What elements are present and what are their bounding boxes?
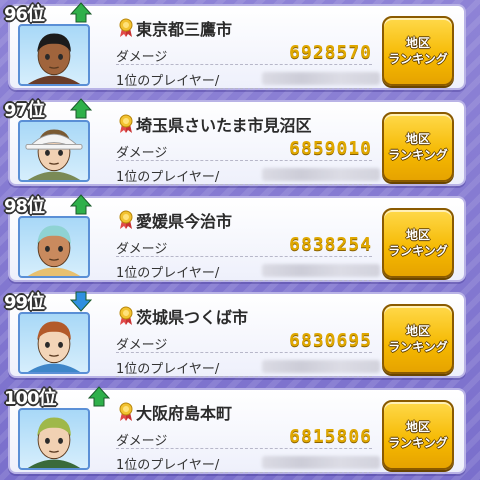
player-avatar <box>18 408 90 470</box>
player-avatar <box>18 312 90 374</box>
area-name: 埼玉県さいたま市見沼区 <box>136 116 312 135</box>
divider <box>116 256 372 257</box>
damage-label: ダメージ <box>116 434 168 449</box>
damage-label: ダメージ <box>116 242 168 257</box>
button-label-line1: 地区 <box>405 324 430 338</box>
rank-label: 97位 <box>4 100 45 121</box>
divider <box>116 88 372 89</box>
damage-label: ダメージ <box>116 50 168 65</box>
divider <box>116 376 372 377</box>
blurred-player-name <box>262 360 380 373</box>
button-label-line1: 地区 <box>405 420 430 434</box>
player-avatar <box>18 216 90 278</box>
area-name: 茨城県つくば市 <box>136 308 249 327</box>
rank-down-arrow-icon <box>69 290 93 312</box>
top-player-label: 1位のプレイヤー/ <box>116 74 220 89</box>
damage-value: 6815806 <box>289 426 372 447</box>
ranking-row: 茨城県つくば市 ダメージ 6830695 1位のプレイヤー/ 地区 ランキング … <box>0 288 480 384</box>
ranking-row: 大阪府島本町 ダメージ 6815806 1位のプレイヤー/ 地区 ランキング 1… <box>0 384 480 480</box>
divider <box>116 448 372 449</box>
divider <box>116 472 372 473</box>
area-name: 大阪府島本町 <box>136 404 233 423</box>
area-name: 愛媛県今治市 <box>136 212 233 231</box>
blurred-player-name <box>262 168 380 181</box>
rank-label: 98位 <box>4 196 45 217</box>
divider <box>116 352 372 353</box>
damage-label: ダメージ <box>116 338 168 353</box>
medal-icon <box>118 402 134 422</box>
blurred-player-name <box>262 264 380 277</box>
button-label-line2: ランキング <box>388 244 448 258</box>
medal-icon <box>118 114 134 134</box>
player-avatar <box>18 120 90 182</box>
rank-label: 100位 <box>4 388 57 409</box>
damage-value: 6838254 <box>289 234 372 255</box>
area-ranking-button[interactable]: 地区 ランキング <box>382 16 454 86</box>
button-label-line1: 地区 <box>405 228 430 242</box>
damage-label: ダメージ <box>116 146 168 161</box>
rank-up-arrow-icon <box>69 2 93 24</box>
damage-value: 6830695 <box>289 330 372 351</box>
divider <box>116 64 372 65</box>
medal-icon <box>118 210 134 230</box>
blurred-player-name <box>262 456 380 469</box>
divider <box>116 184 372 185</box>
divider <box>116 280 372 281</box>
medal-icon <box>118 306 134 326</box>
button-label-line1: 地区 <box>405 132 430 146</box>
button-label-line2: ランキング <box>388 436 448 450</box>
rank-up-arrow-icon <box>69 98 93 120</box>
medal-icon <box>118 18 134 38</box>
ranking-row: 埼玉県さいたま市見沼区 ダメージ 6859010 1位のプレイヤー/ 地区 ラン… <box>0 96 480 192</box>
area-ranking-button[interactable]: 地区 ランキング <box>382 112 454 182</box>
button-label-line2: ランキング <box>388 148 448 162</box>
ranking-row: 愛媛県今治市 ダメージ 6838254 1位のプレイヤー/ 地区 ランキング 9… <box>0 192 480 288</box>
damage-value: 6928570 <box>289 42 372 63</box>
rank-up-arrow-icon <box>69 194 93 216</box>
top-player-label: 1位のプレイヤー/ <box>116 362 220 377</box>
button-label-line2: ランキング <box>388 52 448 66</box>
top-player-label: 1位のプレイヤー/ <box>116 266 220 281</box>
area-ranking-button[interactable]: 地区 ランキング <box>382 304 454 374</box>
blurred-player-name <box>262 72 380 85</box>
rank-label: 96位 <box>4 4 45 25</box>
ranking-row: 東京都三鷹市 ダメージ 6928570 1位のプレイヤー/ 地区 ランキング 9… <box>0 0 480 96</box>
area-ranking-button[interactable]: 地区 ランキング <box>382 400 454 470</box>
button-label-line1: 地区 <box>405 36 430 50</box>
rank-up-arrow-icon <box>87 386 111 408</box>
divider <box>116 160 372 161</box>
area-name: 東京都三鷹市 <box>136 20 233 39</box>
rank-label: 99位 <box>4 292 45 313</box>
top-player-label: 1位のプレイヤー/ <box>116 458 220 473</box>
area-ranking-button[interactable]: 地区 ランキング <box>382 208 454 278</box>
top-player-label: 1位のプレイヤー/ <box>116 170 220 185</box>
damage-value: 6859010 <box>289 138 372 159</box>
ranking-list: 東京都三鷹市 ダメージ 6928570 1位のプレイヤー/ 地区 ランキング 9… <box>0 0 480 480</box>
button-label-line2: ランキング <box>388 340 448 354</box>
player-avatar <box>18 24 90 86</box>
